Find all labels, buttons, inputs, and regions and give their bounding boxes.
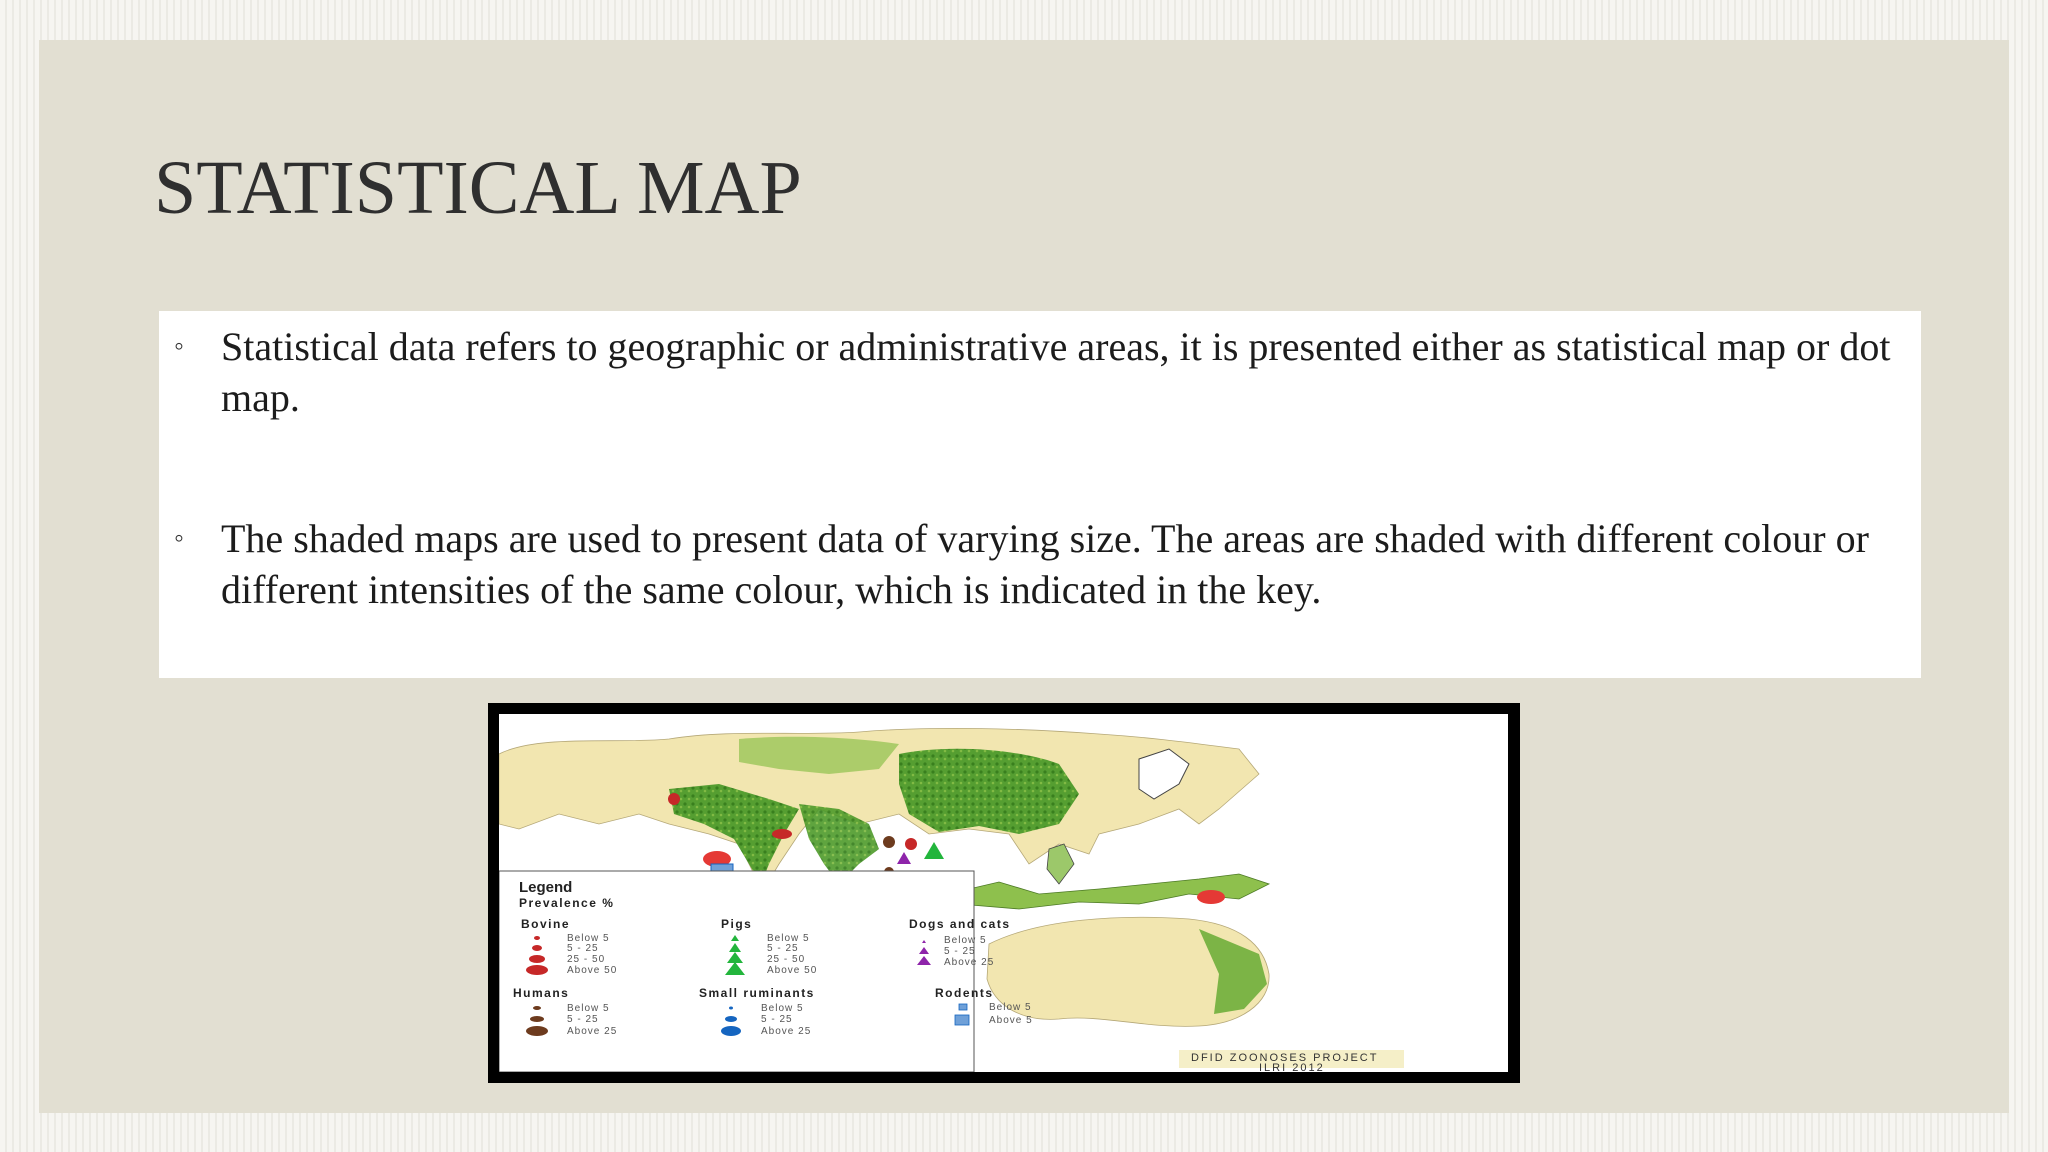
svg-text:Above 25: Above 25 [944,957,994,968]
bullet-item: ◦ Statistical data refers to geographic … [174,321,1901,423]
svg-text:Below 5: Below 5 [944,935,987,946]
legend-group-pigs: Pigs [721,917,752,931]
svg-text:25 - 50: 25 - 50 [767,954,805,965]
svg-text:5 - 25: 5 - 25 [567,1014,599,1025]
svg-text:Below 5: Below 5 [761,1003,804,1014]
legend-title: Legend [519,879,572,896]
svg-text:5 - 25: 5 - 25 [567,943,599,954]
legend-group-rodents: Rodents [935,986,994,1000]
dogs-cats-marker [897,852,911,864]
map-canvas: Legend Prevalence % Bovine Below 5 5 - 2… [499,714,1508,1072]
svg-text:Above 50: Above 50 [767,965,817,976]
pig-marker [924,842,944,859]
map-image: Legend Prevalence % Bovine Below 5 5 - 2… [488,703,1520,1083]
svg-text:5 - 25: 5 - 25 [767,943,799,954]
svg-text:25 - 50: 25 - 50 [567,954,605,965]
bovine-marker [1197,890,1225,904]
map-legend: Legend Prevalence % Bovine Below 5 5 - 2… [499,870,1033,1072]
legend-group-bovine: Bovine [521,917,570,931]
bovine-marker [772,829,792,839]
svg-text:Above 50: Above 50 [567,965,617,976]
slide-title: STATISTICAL MAP [154,146,802,230]
bullet-text: Statistical data refers to geographic or… [221,324,1891,420]
bullet-marker-icon: ◦ [174,331,184,362]
china-vegetation [899,748,1079,834]
bullet-text: The shaded maps are used to present data… [221,516,1869,612]
asia-map-graphic: Legend Prevalence % Bovine Below 5 5 - 2… [499,727,1404,1072]
credit-line2: ILRI 2012 [1259,1062,1325,1072]
legend-subtitle: Prevalence % [519,896,614,910]
bullet-item: ◦ The shaded maps are used to present da… [174,513,1901,615]
svg-text:5 - 25: 5 - 25 [944,946,976,957]
svg-text:Below 5: Below 5 [989,1002,1032,1013]
philippines-outline [1046,843,1075,885]
map-credit: DFID ZOONOSES PROJECT ILRI 2012 [1179,1050,1404,1072]
svg-text:Above 25: Above 25 [761,1026,811,1037]
legend-group-humans: Humans [513,986,569,1000]
legend-group-dogs-cats: Dogs and cats [909,917,1011,931]
content-box: ◦ Statistical data refers to geographic … [159,311,1921,678]
bovine-marker [668,793,680,805]
bovine-marker [905,838,917,850]
svg-text:Above 5: Above 5 [989,1015,1033,1026]
svg-text:Above 25: Above 25 [567,1026,617,1037]
human-marker [883,836,895,848]
legend-group-small-ruminants: Small ruminants [699,986,815,1000]
bullet-marker-icon: ◦ [174,523,184,554]
svg-text:Below 5: Below 5 [567,1003,610,1014]
svg-text:5 - 25: 5 - 25 [761,1014,793,1025]
